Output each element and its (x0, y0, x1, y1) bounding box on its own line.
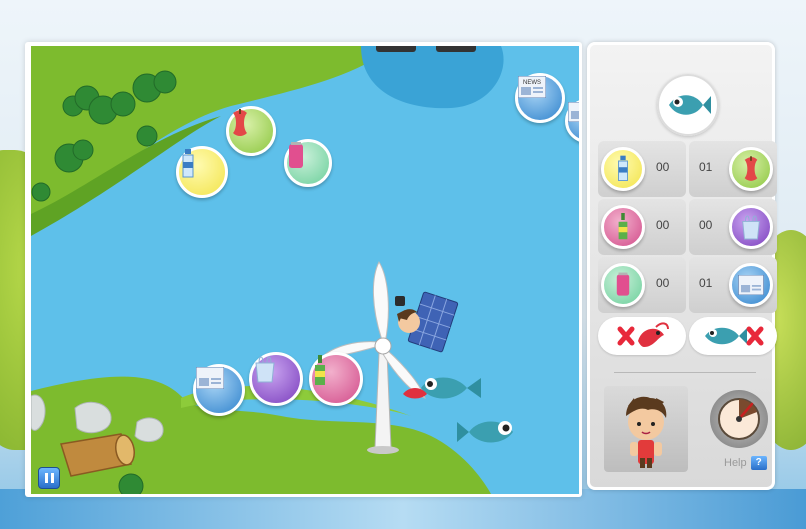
counter-apple-core: 01 (689, 141, 777, 197)
counter-soda-can: 00 (598, 257, 686, 313)
fish-icon (705, 326, 764, 346)
newspaper-count: 01 (699, 276, 713, 290)
target-item (657, 74, 719, 136)
newspaper-token (729, 263, 773, 307)
apple-core-icon (233, 109, 247, 136)
glass-bottle-count: 00 (656, 218, 670, 232)
pause-button[interactable] (38, 467, 60, 489)
counter-glass-bottle: 00 (598, 199, 686, 255)
newspaper-icon (196, 367, 224, 389)
apple-core-token[interactable] (226, 106, 276, 156)
plastic-bag-token[interactable] (249, 352, 303, 406)
soda-can-token[interactable] (284, 139, 332, 187)
soda-can-token (601, 263, 645, 307)
help-icon: ? (750, 456, 767, 470)
apple-core-token (729, 147, 773, 191)
plastic-bag-icon (255, 356, 275, 383)
water-bottle-count: 00 (656, 160, 670, 174)
glass-bottle-icon (315, 355, 325, 385)
glass-bottle-token[interactable] (309, 352, 363, 406)
shrimp-icon (617, 322, 669, 347)
avoid-shrimp (598, 317, 686, 355)
newspaper-token[interactable] (193, 364, 245, 416)
help-label: Help (724, 457, 747, 469)
water-bottle-token (601, 147, 645, 191)
glass-bottle-token (601, 205, 645, 249)
newspaper-icon (738, 275, 764, 295)
fish-icon (457, 421, 513, 443)
newspaper-token[interactable]: NEWS (515, 73, 565, 123)
counter-water-bottle: 00 (598, 141, 686, 197)
soda-can-count: 00 (656, 276, 670, 290)
panel-divider (614, 372, 756, 373)
time-gauge (710, 390, 768, 448)
player-raft-icon (395, 291, 459, 353)
plastic-bag-count: 00 (699, 218, 713, 232)
soda-can-icon (616, 272, 630, 296)
plastic-bag-icon (742, 215, 760, 240)
water-bottle-icon (618, 155, 628, 181)
shrimp-icon (403, 388, 427, 399)
counter-plastic-bag: 00 (689, 199, 777, 255)
soda-can-icon (289, 142, 303, 168)
svg-text:NEWS: NEWS (523, 80, 541, 86)
fish-icon (669, 95, 711, 115)
newspaper-icon: NEWS (518, 76, 546, 98)
game-field[interactable]: NEWS (31, 46, 579, 494)
apple-core-count: 01 (699, 160, 713, 174)
help-button[interactable]: Help ? (724, 456, 767, 470)
gauge-icon (718, 398, 760, 440)
player-character-icon (626, 396, 667, 468)
glass-bottle-icon (618, 213, 628, 240)
apple-core-icon (744, 156, 758, 181)
water-bottle-token[interactable] (176, 146, 228, 198)
counter-newspaper: 01 (689, 257, 777, 313)
water-bottle-icon (182, 149, 194, 178)
player-avatar[interactable] (604, 386, 688, 472)
newspaper-icon (568, 102, 579, 122)
plastic-bag-token (729, 205, 773, 249)
avoid-fish (689, 317, 777, 355)
